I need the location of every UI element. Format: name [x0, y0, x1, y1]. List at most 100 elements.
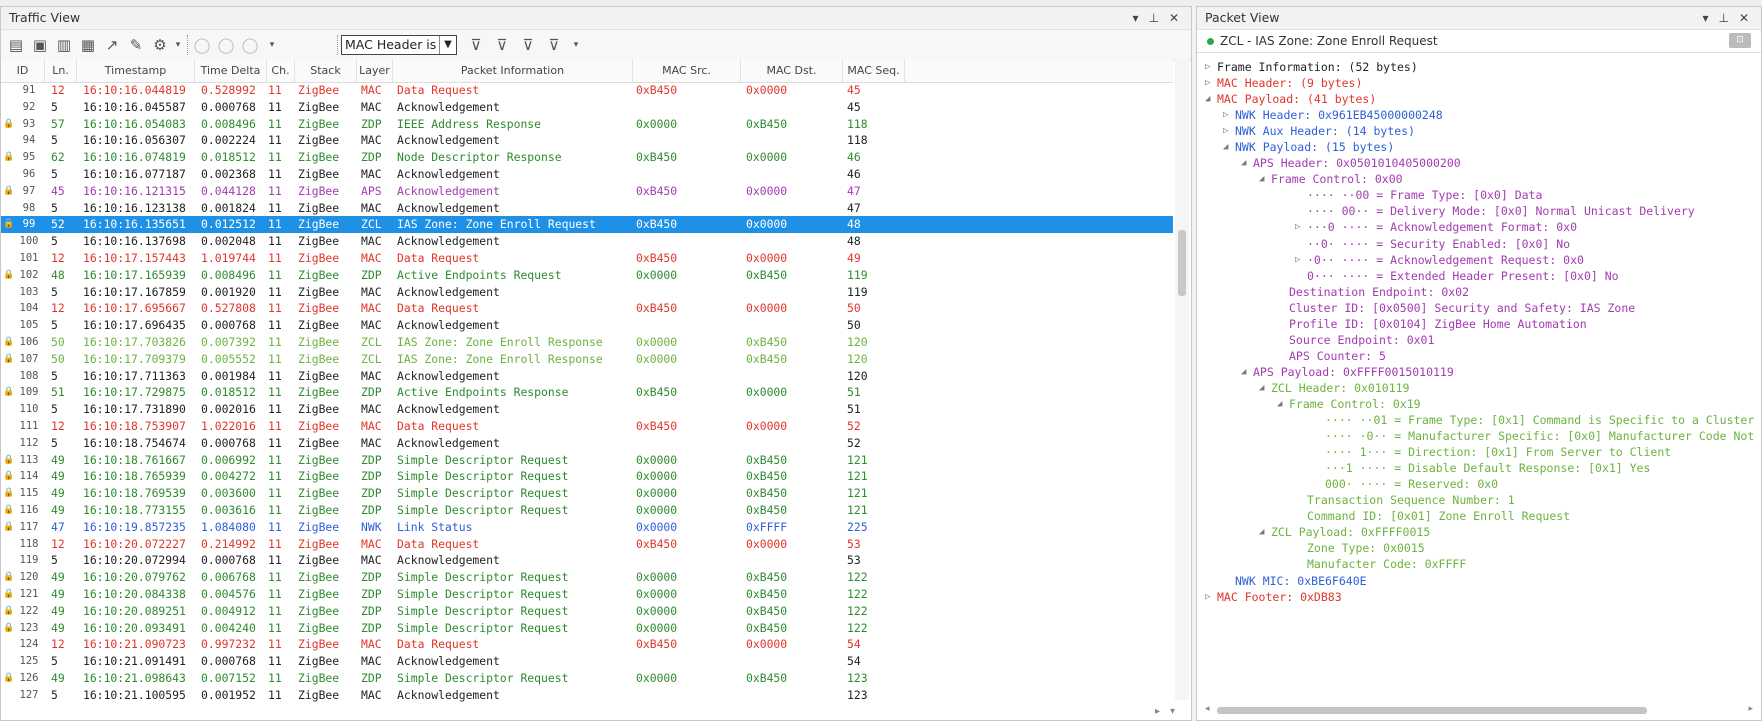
table-row[interactable]: 100 5 16:10:16.137698 0.002048 11 ZigBee MAC Ac…	[1, 233, 1173, 250]
collapsed-arrow-icon[interactable]: ▷	[1205, 589, 1210, 605]
expanded-arrow-icon[interactable]: ◢	[1241, 155, 1246, 171]
filter-icon[interactable]: ⊽	[467, 36, 485, 54]
table-row[interactable]: 119 5 16:10:20.072994 0.000768 11 ZigBee MAC Ac…	[1, 552, 1173, 569]
table-row[interactable]: 104 12 16:10:17.695667 0.527808 11 ZigBee MAC D…	[1, 300, 1173, 317]
tree-node[interactable]: ▷ MAC Footer: 0xDB83	[1197, 589, 1757, 605]
tree-node[interactable]: ◢ Frame Control: 0x00	[1197, 171, 1757, 187]
table-row[interactable]: 🔒 114 49 16:10:18.765939 0.004272 11 ZigBee ZDP…	[1, 468, 1173, 485]
column-header-mac-dst[interactable]: MAC Dst.	[741, 60, 843, 82]
table-row[interactable]: 92 5 16:10:16.045587 0.000768 11 ZigBee MAC Ack…	[1, 99, 1173, 116]
table-row[interactable]: 🔒 93 57 16:10:16.054083 0.008496 11 ZigBee ZDP I…	[1, 116, 1173, 133]
table-row[interactable]: 🔒 102 48 16:10:17.165939 0.008496 11 ZigBee ZDP…	[1, 267, 1173, 284]
tree-node[interactable]: Transaction Sequence Number: 1	[1197, 492, 1757, 508]
table-row[interactable]: 🔒 120 49 16:10:20.079762 0.006768 11 ZigBee ZDP…	[1, 569, 1173, 586]
column-header-ln[interactable]: Ln.	[45, 60, 77, 82]
tree-node[interactable]: ◢ APS Payload: 0xFFFF0015010119	[1197, 364, 1757, 380]
table-row[interactable]: 112 5 16:10:18.754674 0.000768 11 ZigBee MAC Ac…	[1, 435, 1173, 452]
column-header-mac-seq[interactable]: MAC Seq.	[843, 60, 905, 82]
tree-node[interactable]: ···· ··01 = Frame Type: [0x1] Command is…	[1197, 412, 1757, 428]
tree-node[interactable]: Destination Endpoint: 0x02	[1197, 284, 1757, 300]
tree-node[interactable]: Manufacter Code: 0xFFFF	[1197, 556, 1757, 572]
tree-node[interactable]: ···· ·0·· = Manufacturer Specific: [0x0]…	[1197, 428, 1757, 444]
table-row[interactable]: 🔒 107 50 16:10:17.709379 0.005552 11 ZigBee ZCL…	[1, 351, 1173, 368]
collapsed-arrow-icon[interactable]: ▷	[1223, 107, 1228, 123]
tree-node[interactable]: ···· ··00 = Frame Type: [0x0] Data	[1197, 187, 1757, 203]
expanded-arrow-icon[interactable]: ◢	[1223, 139, 1228, 155]
table-row[interactable]: 125 5 16:10:21.091491 0.000768 11 ZigBee MAC Ac…	[1, 653, 1173, 670]
table-row[interactable]: 101 12 16:10:17.157443 1.019744 11 ZigBee MAC D…	[1, 250, 1173, 267]
table-row[interactable]: 🔒 117 47 16:10:19.857235 1.084080 11 ZigBee NWK…	[1, 519, 1173, 536]
collapsed-arrow-icon[interactable]: ▷	[1295, 219, 1300, 235]
table-row[interactable]: 91 12 16:10:16.044819 0.528992 11 ZigBee MAC Da…	[1, 82, 1173, 99]
table-row[interactable]: 124 12 16:10:21.090723 0.997232 11 ZigBee MAC D…	[1, 636, 1173, 653]
tree-node[interactable]: ▷ NWK Aux Header: (14 bytes)	[1197, 123, 1757, 139]
table-row[interactable]: 🔒 95 62 16:10:16.074819 0.018512 11 ZigBee ZDP N…	[1, 149, 1173, 166]
expanded-arrow-icon[interactable]: ◢	[1205, 91, 1210, 107]
scrollbar-thumb[interactable]	[1178, 230, 1186, 296]
table-row[interactable]: 118 12 16:10:20.072227 0.214992 11 ZigBee MAC D…	[1, 536, 1173, 553]
tree-node[interactable]: Source Endpoint: 0x01	[1197, 332, 1757, 348]
collapsed-arrow-icon[interactable]: ▷	[1205, 75, 1210, 91]
filter-clear-icon[interactable]: ⊽	[545, 36, 563, 54]
collapsed-arrow-icon[interactable]: ▷	[1295, 252, 1300, 268]
save-icon[interactable]: ▣	[31, 36, 49, 54]
table-row[interactable]: 111 12 16:10:18.753907 1.022016 11 ZigBee MAC D…	[1, 418, 1173, 435]
table-row[interactable]: 🔒 97 45 16:10:16.121315 0.044128 11 ZigBee APS A…	[1, 183, 1173, 200]
pin-icon[interactable]: ⊥	[1148, 7, 1164, 29]
tree-node[interactable]: ◢ APS Header: 0x0501010405000200	[1197, 155, 1757, 171]
filter-add-icon[interactable]: ⊽	[493, 36, 511, 54]
tree-node[interactable]: ◢ NWK Payload: (15 bytes)	[1197, 139, 1757, 155]
column-header-packet-information[interactable]: Packet Information	[393, 60, 633, 82]
column-header-id[interactable]: ID	[1, 60, 45, 82]
tree-node[interactable]: ◢ ZCL Header: 0x010119	[1197, 380, 1757, 396]
column-header-time-delta[interactable]: Time Delta	[195, 60, 267, 82]
scroll-right-icon[interactable]: ▸	[1748, 704, 1753, 714]
expanded-arrow-icon[interactable]: ◢	[1277, 396, 1282, 412]
tree-node[interactable]: Zone Type: 0x0015	[1197, 540, 1757, 556]
tree-node[interactable]: ···1 ···· = Disable Default Response: [0…	[1197, 460, 1757, 476]
tree-node[interactable]: ··0· ···· = Security Enabled: [0x0] No	[1197, 236, 1757, 252]
table-row[interactable]: 127 5 16:10:21.100595 0.001952 11 ZigBee MAC Ac…	[1, 687, 1173, 704]
tree-node[interactable]: ▷ ·0·· ···· = Acknowledgement Request: 0x…	[1197, 252, 1757, 268]
table-row[interactable]: 🔒 116 49 16:10:18.773155 0.003616 11 ZigBee ZDP…	[1, 502, 1173, 519]
comment-icon[interactable]: ◯	[193, 36, 211, 54]
table-row[interactable]: 103 5 16:10:17.167859 0.001920 11 ZigBee MAC Ac…	[1, 284, 1173, 301]
tree-node[interactable]: ▷ MAC Header: (9 bytes)	[1197, 75, 1757, 91]
tree-node[interactable]: ◢ Frame Control: 0x19	[1197, 396, 1757, 412]
column-header-layer[interactable]: Layer	[357, 60, 393, 82]
chevron-down-icon[interactable]: ▾	[567, 36, 585, 54]
table-row[interactable]: 94 5 16:10:16.056307 0.002224 11 ZigBee MAC Ack…	[1, 132, 1173, 149]
expanded-arrow-icon[interactable]: ◢	[1241, 364, 1246, 380]
tree-node[interactable]: ···· 1··· = Direction: [0x1] From Server…	[1197, 444, 1757, 460]
expanded-arrow-icon[interactable]: ◢	[1259, 524, 1264, 540]
lock-icon[interactable]: ⊡	[1729, 33, 1751, 48]
tree-node[interactable]: Command ID: [0x01] Zone Enroll Request	[1197, 508, 1757, 524]
brush-icon[interactable]: ✎	[127, 36, 145, 54]
table-row[interactable]: 🔒 109 51 16:10:17.729875 0.018512 11 ZigBee ZDP…	[1, 384, 1173, 401]
scroll-left-icon[interactable]: ◂	[1205, 704, 1210, 714]
scroll-arrows[interactable]: ▸▾	[1155, 706, 1185, 717]
packet-horizontal-scrollbar[interactable]: ◂ ▸	[1205, 704, 1753, 716]
pin-icon[interactable]: ⊥	[1718, 7, 1734, 29]
tree-node[interactable]: ◢ ZCL Payload: 0xFFFF0015	[1197, 524, 1757, 540]
table-row[interactable]: 110 5 16:10:17.731890 0.002016 11 ZigBee MAC Ac…	[1, 401, 1173, 418]
table-row[interactable]: 🔒 115 49 16:10:18.769539 0.003600 11 ZigBee ZDP…	[1, 485, 1173, 502]
column-header-mac-src[interactable]: MAC Src.	[633, 60, 741, 82]
filter-select[interactable]: MAC Header is 0x ▼	[341, 35, 457, 55]
table-row[interactable]: 96 5 16:10:16.077187 0.002368 11 ZigBee MAC Ack…	[1, 166, 1173, 183]
close-icon[interactable]: ✕	[1169, 7, 1185, 29]
table-row[interactable]: 105 5 16:10:17.696435 0.000768 11 ZigBee MAC Ac…	[1, 317, 1173, 334]
open-folder-icon[interactable]: ▤	[7, 36, 25, 54]
chevron-down-icon[interactable]: ▾	[1702, 7, 1714, 29]
export-icon[interactable]: ▥	[55, 36, 73, 54]
table-row[interactable]: 🔒 106 50 16:10:17.703826 0.007392 11 ZigBee ZCL…	[1, 334, 1173, 351]
column-header-timestamp[interactable]: Timestamp	[77, 60, 195, 82]
tree-node[interactable]: ▷ Frame Information: (52 bytes)	[1197, 59, 1757, 75]
chevron-down-icon[interactable]: ▾	[1132, 7, 1144, 29]
table-row[interactable]: 🔒 122 49 16:10:20.089251 0.004912 11 ZigBee ZDP…	[1, 603, 1173, 620]
traffic-vertical-scrollbar[interactable]	[1175, 60, 1189, 700]
expanded-arrow-icon[interactable]: ◢	[1259, 171, 1264, 187]
tree-node[interactable]: APS Counter: 5	[1197, 348, 1757, 364]
table-row[interactable]: 108 5 16:10:17.711363 0.001984 11 ZigBee MAC Ac…	[1, 368, 1173, 385]
column-header-channel[interactable]: Ch.	[267, 60, 295, 82]
